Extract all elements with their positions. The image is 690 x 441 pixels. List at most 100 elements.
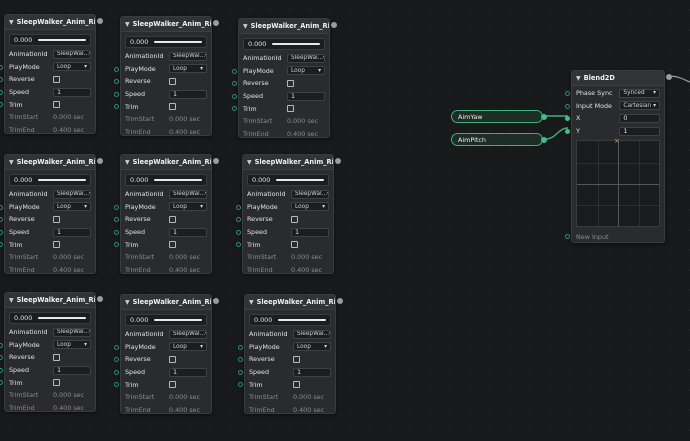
- node-header[interactable]: ▼ Blend2D: [572, 71, 672, 86]
- time-track[interactable]: [38, 179, 86, 181]
- reverse-checkbox[interactable]: [53, 75, 60, 83]
- time-track[interactable]: [278, 319, 326, 321]
- output-pin[interactable]: [213, 298, 219, 304]
- node-header[interactable]: ▼ SleepWalker_Anim_Rifle_Ai...: [245, 295, 343, 310]
- animation-id-select[interactable]: SleepWal...▾: [169, 189, 207, 199]
- animation-id-select[interactable]: SleepWal...▾: [53, 49, 91, 59]
- input-pin[interactable]: [236, 229, 241, 235]
- output-pin[interactable]: [331, 22, 337, 28]
- node-header[interactable]: ▼ SleepWalker_Anim_Rifle_Ai...: [121, 295, 219, 310]
- chevron-down-icon[interactable]: ▼: [125, 299, 130, 306]
- blend-space-canvas[interactable]: ×: [576, 137, 660, 228]
- play-mode-select[interactable]: Loop ▾: [169, 342, 207, 352]
- input-pin[interactable]: [238, 344, 243, 350]
- input-pin[interactable]: [114, 91, 119, 97]
- time-scrubber[interactable]: 0.000: [9, 312, 91, 324]
- chevron-down-icon[interactable]: ▼: [9, 19, 14, 26]
- clip-node[interactable]: ▼ SleepWalker_Anim_Rifle_Ai... 0.000 Ani…: [114, 16, 219, 136]
- play-mode-select[interactable]: Loop ▾: [169, 202, 207, 212]
- output-pin[interactable]: [335, 158, 341, 164]
- node-header[interactable]: ▼ SleepWalker_Anim_Rifle_Ai...: [5, 155, 103, 170]
- chevron-down-icon[interactable]: ▼: [247, 159, 252, 166]
- time-track[interactable]: [272, 43, 320, 45]
- input-pin[interactable]: [236, 204, 241, 210]
- blend-position-marker[interactable]: ×: [614, 137, 620, 145]
- input-pin[interactable]: [232, 93, 237, 99]
- output-pin[interactable]: [666, 74, 672, 80]
- play-mode-select[interactable]: Loop ▾: [53, 202, 91, 212]
- reverse-checkbox[interactable]: [293, 355, 300, 363]
- play-mode-select[interactable]: Loop ▾: [293, 342, 331, 352]
- input-pin[interactable]: [565, 103, 570, 109]
- chevron-down-icon[interactable]: ▼: [249, 299, 254, 306]
- time-track[interactable]: [276, 179, 324, 181]
- animation-id-select[interactable]: SleepWal...▾: [287, 53, 325, 63]
- output-pin[interactable]: [97, 18, 103, 24]
- y-input[interactable]: 1: [619, 126, 660, 136]
- node-header[interactable]: ▼ SleepWalker_Anim_Rifle_Ai...: [239, 19, 337, 34]
- output-pin[interactable]: [97, 158, 103, 164]
- reverse-checkbox[interactable]: [169, 77, 176, 85]
- play-mode-select[interactable]: Loop ▾: [169, 64, 207, 74]
- time-scrubber[interactable]: 0.000: [9, 174, 91, 186]
- reverse-checkbox[interactable]: [169, 215, 176, 223]
- input-pin[interactable]: [114, 369, 119, 375]
- time-scrubber[interactable]: 0.000: [125, 174, 207, 186]
- input-pin[interactable]: [0, 64, 3, 70]
- x-input[interactable]: 0: [619, 113, 660, 123]
- time-track[interactable]: [154, 179, 202, 181]
- chevron-down-icon[interactable]: ▼: [9, 159, 14, 166]
- clip-node[interactable]: ▼ SleepWalker_Anim_Rifle_Ai... 0.000 Ani…: [0, 292, 103, 412]
- reverse-checkbox[interactable]: [169, 355, 176, 363]
- speed-input[interactable]: 1: [169, 227, 207, 237]
- speed-input[interactable]: 1: [169, 89, 207, 99]
- input-pin[interactable]: [0, 204, 3, 210]
- chevron-down-icon[interactable]: ▼: [576, 75, 581, 82]
- reverse-checkbox[interactable]: [291, 215, 298, 223]
- animation-id-select[interactable]: SleepWal...▾: [293, 329, 331, 339]
- reverse-checkbox[interactable]: [53, 353, 60, 361]
- time-track[interactable]: [38, 317, 86, 319]
- clip-node[interactable]: ▼ SleepWalker_Anim_Rifle_Ai... 0.000 Ani…: [114, 294, 219, 414]
- clip-node[interactable]: ▼ SleepWalker_Anim_Rifle_Ai... 0.000 Ani…: [236, 154, 341, 274]
- node-header[interactable]: ▼ SleepWalker_Anim_Rifle_Ai...: [121, 17, 219, 32]
- new-input-row[interactable]: New Input: [565, 230, 664, 243]
- node-header[interactable]: ▼ SleepWalker_Anim_Rifle_Ai...: [5, 15, 103, 30]
- input-pin[interactable]: [114, 204, 119, 210]
- input-mode-select[interactable]: Cartesian ▾: [619, 101, 660, 111]
- trim-checkbox[interactable]: [53, 241, 60, 249]
- time-scrubber[interactable]: 0.000: [125, 36, 207, 48]
- blend2d-node[interactable]: ▼ Blend2D Phase Sync Synced ▾ Input Mode …: [565, 70, 672, 243]
- trim-checkbox[interactable]: [53, 379, 60, 387]
- input-pin[interactable]: [565, 91, 570, 96]
- animation-id-select[interactable]: SleepWal...▾: [169, 329, 207, 339]
- phase-sync-select[interactable]: Synced ▾: [619, 88, 660, 98]
- play-mode-select[interactable]: Loop ▾: [291, 202, 329, 212]
- time-track[interactable]: [154, 41, 202, 43]
- animation-id-select[interactable]: SleepWal...▾: [169, 51, 207, 61]
- clip-node[interactable]: ▼ SleepWalker_Anim_Rifle_Ai... 0.000 Ani…: [232, 18, 337, 138]
- chevron-down-icon[interactable]: ▼: [125, 159, 130, 166]
- play-mode-select[interactable]: Loop ▾: [287, 66, 325, 76]
- input-pin[interactable]: [238, 369, 243, 375]
- node-header[interactable]: ▼ SleepWalker_Anim_Rifle_Ai...: [121, 155, 219, 170]
- play-mode-select[interactable]: Loop ▾: [53, 340, 91, 350]
- animation-id-select[interactable]: SleepWal...▾: [291, 189, 329, 199]
- input-pin[interactable]: [114, 229, 119, 235]
- chevron-down-icon[interactable]: ▼: [125, 21, 130, 28]
- animation-id-select[interactable]: SleepWal...▾: [53, 327, 91, 337]
- speed-input[interactable]: 1: [53, 365, 91, 375]
- animation-id-select[interactable]: SleepWal...▾: [53, 189, 91, 199]
- trim-checkbox[interactable]: [169, 103, 176, 111]
- trim-checkbox[interactable]: [287, 105, 294, 113]
- trim-checkbox[interactable]: [53, 101, 60, 109]
- node-header[interactable]: ▼ SleepWalker_Anim_Rifle_Ai...: [5, 293, 103, 308]
- param-output-pin[interactable]: [541, 114, 547, 120]
- speed-input[interactable]: 1: [53, 227, 91, 237]
- param-node-aimpitch[interactable]: AimPitch: [451, 133, 547, 146]
- trim-checkbox[interactable]: [169, 381, 176, 389]
- output-pin[interactable]: [337, 298, 343, 304]
- input-pin[interactable]: [565, 128, 570, 134]
- input-pin[interactable]: [232, 68, 237, 74]
- time-track[interactable]: [38, 39, 86, 41]
